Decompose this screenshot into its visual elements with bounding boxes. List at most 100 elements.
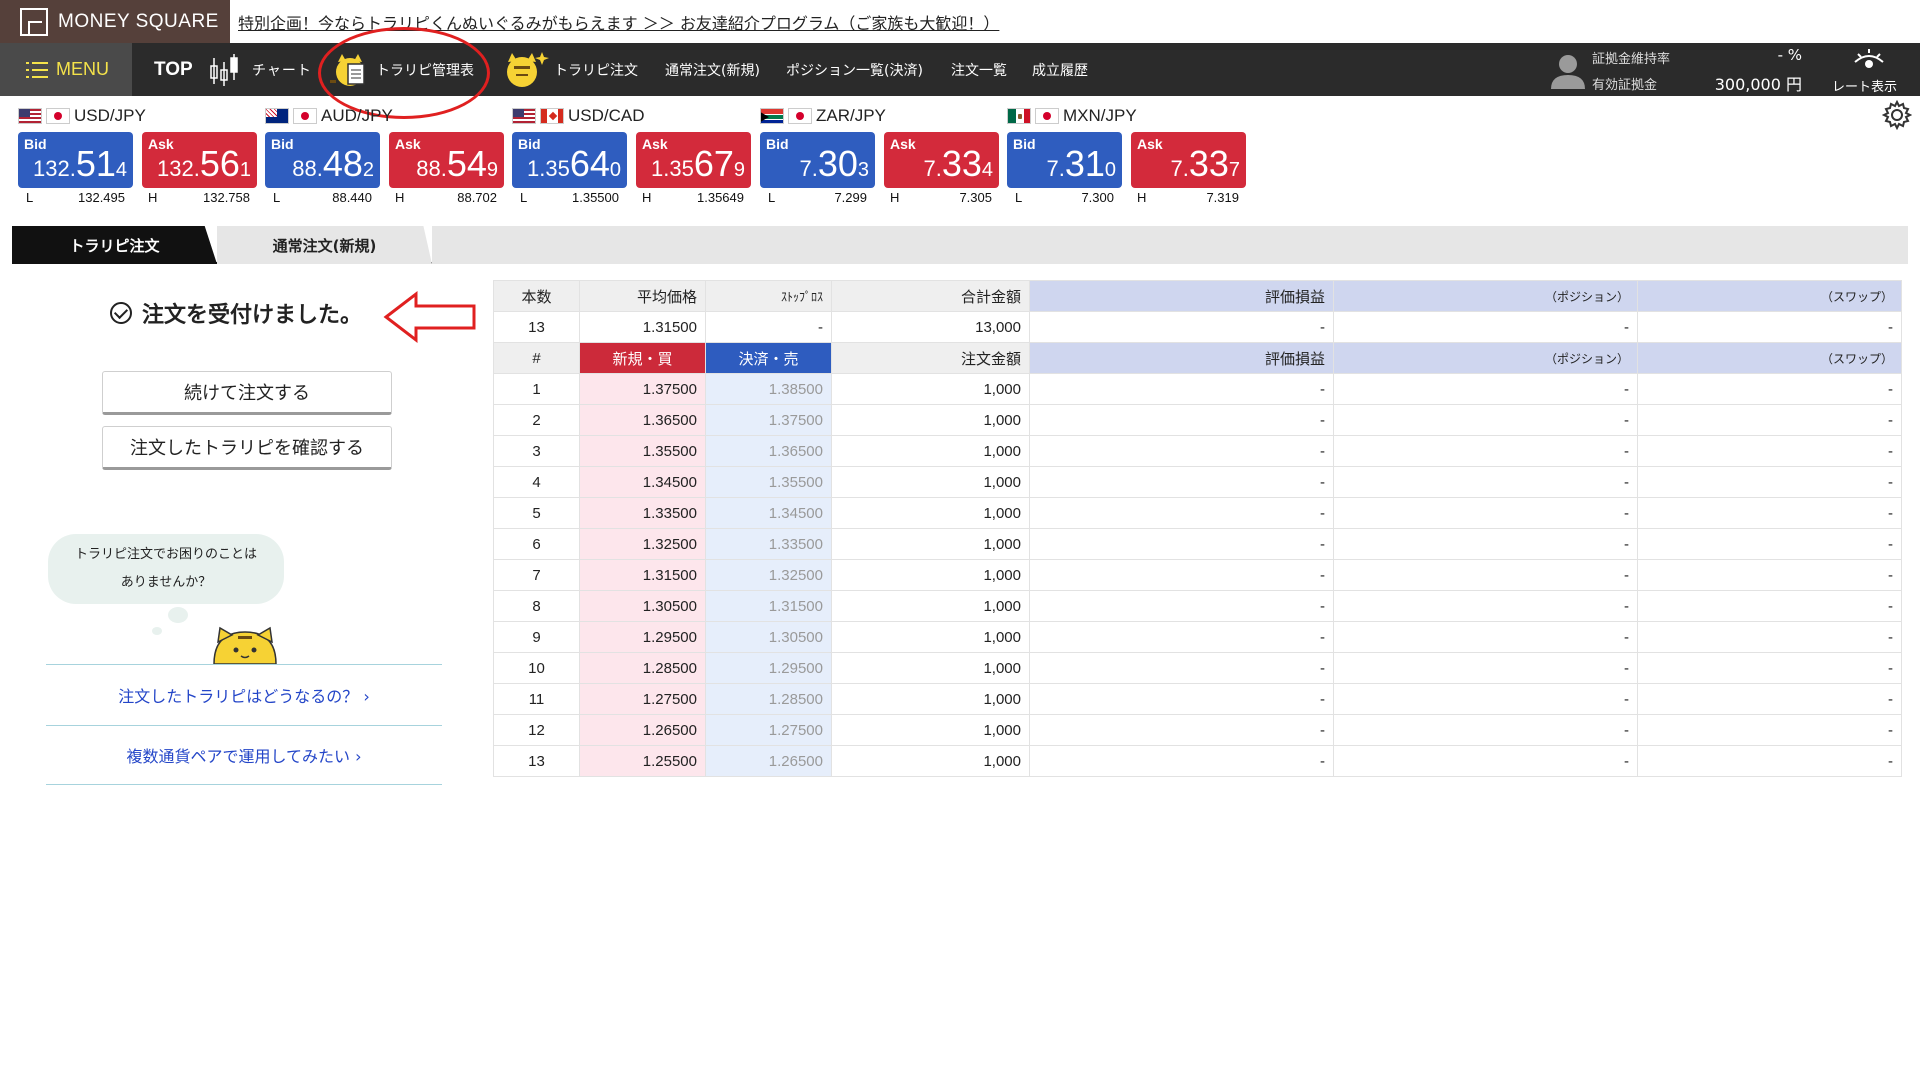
flag-jp-icon	[788, 108, 812, 124]
low-high-row: L 7.299 H 7.305	[768, 190, 992, 205]
summary-header-row: 本数 平均価格 ｽﾄｯﾌﾟﾛｽ 合計金額 評価損益 （ポジション） （スワップ）	[493, 280, 1902, 312]
confirm-trarip-button[interactable]: 注文したトラリピを確認する	[102, 426, 392, 470]
candlestick-icon	[210, 53, 238, 86]
pair-label: ZAR/JPY	[760, 106, 886, 126]
hamburger-icon	[26, 61, 48, 78]
col-detail-swap: （スワップ）	[1637, 342, 1902, 374]
bubble-line-2: ありませんか？	[120, 575, 212, 590]
ask-price: 1.35679	[651, 143, 745, 184]
low-high-row: L 1.35500 H 1.35649	[520, 190, 744, 205]
nav-positions[interactable]: ポジション一覧(決済)	[786, 43, 923, 96]
help-link-what-happens[interactable]: 注文したトラリピはどうなるの？ ›	[46, 666, 442, 724]
margin-rate-label: 証拠金維持率	[1592, 52, 1671, 67]
col-detail-position: （ポジション）	[1333, 342, 1638, 374]
bid-button[interactable]: Bid 132.514	[18, 132, 133, 188]
col-count: 本数	[493, 280, 580, 312]
nav-chart-label: チャート	[252, 62, 312, 79]
flag-us-icon	[18, 108, 42, 124]
bid-price: 132.514	[33, 143, 127, 184]
table-row: 2 1.36500 1.37500 1,000- - -	[493, 404, 1902, 436]
continue-order-button[interactable]: 続けて注文する	[102, 371, 392, 415]
flag-au-icon	[265, 108, 289, 124]
ask-button[interactable]: Ask 1.35679	[636, 132, 751, 188]
bid-button[interactable]: Bid 1.35640	[512, 132, 627, 188]
bid-price: 1.35640	[527, 143, 621, 184]
gear-icon[interactable]	[1882, 100, 1912, 130]
low-high-row: L 132.495 H 132.758	[26, 190, 250, 205]
order-accepted-text: 注文を受付けました。	[142, 303, 363, 328]
ask-price: 7.337	[1170, 143, 1240, 184]
bid-price: 88.482	[292, 143, 374, 184]
bid-button[interactable]: Bid 7.310	[1007, 132, 1122, 188]
rate-panel-usd-jpy: USD/JPY Bid 132.514 Ask 132.561 L 132.49…	[18, 100, 263, 210]
rate-panels: USD/JPY Bid 132.514 Ask 132.561 L 132.49…	[0, 100, 1920, 210]
col-pnl: 評価損益	[1029, 280, 1334, 312]
pair-label: USD/CAD	[512, 106, 645, 126]
help-link-multi-pair[interactable]: 複数通貨ペアで運用してみたい ›	[46, 726, 442, 784]
table-row: 10 1.28500 1.29500 1,000- - -	[493, 652, 1902, 684]
col-position: （ポジション）	[1333, 280, 1638, 312]
low-high-row: L 7.300 H 7.319	[1015, 190, 1239, 205]
tab-normal-order[interactable]: 通常注文(新規)	[217, 226, 432, 264]
order-accepted-message: 注文を受付けました。	[110, 297, 362, 329]
order-detail-table: 本数 平均価格 ｽﾄｯﾌﾟﾛｽ 合計金額 評価損益 （ポジション） （スワップ）…	[493, 280, 1902, 777]
col-settle-sell: 決済・売	[705, 342, 832, 374]
col-new-buy: 新規・買	[579, 342, 706, 374]
detail-header-row: # 新規・買 決済・売 注文金額 評価損益 （ポジション） （スワップ）	[493, 342, 1902, 374]
nav-orders[interactable]: 注文一覧	[951, 43, 1007, 96]
low-high-row: L 88.440 H 88.702	[273, 190, 497, 205]
ask-price: 132.561	[157, 143, 251, 184]
ask-button[interactable]: Ask 132.561	[142, 132, 257, 188]
logo[interactable]: MONEY SQUARE	[0, 0, 230, 43]
table-row: 3 1.35500 1.36500 1,000- - -	[493, 435, 1902, 467]
rate-panel-usd-cad: USD/CAD Bid 1.35640 Ask 1.35679 L 1.3550…	[512, 100, 757, 210]
col-order-amount: 注文金額	[831, 342, 1030, 374]
table-row: 6 1.32500 1.33500 1,000- - -	[493, 528, 1902, 560]
pair-label: MXN/JPY	[1007, 106, 1137, 126]
logo-mark-icon	[20, 7, 48, 36]
nav-chart[interactable]: チャート	[208, 43, 312, 96]
rate-display-toggle[interactable]: レート表示	[1826, 43, 1912, 96]
col-avg-price: 平均価格	[579, 280, 706, 312]
annotation-arrow	[383, 290, 476, 344]
pair-label: USD/JPY	[18, 106, 146, 126]
effective-margin-label: 有効証拠金	[1592, 78, 1658, 93]
flag-za-icon	[760, 108, 784, 124]
summary-row: 13 1.31500 - 13,000 - - -	[493, 311, 1902, 343]
ask-label: Ask	[890, 136, 916, 152]
table-row: 13 1.25500 1.26500 1,000- - -	[493, 745, 1902, 777]
nav-trarip-order[interactable]: トラリピ注文	[502, 43, 638, 96]
order-tabs: トラリピ注文 通常注文(新規)	[12, 226, 1908, 264]
nav-top[interactable]: TOP	[154, 43, 193, 96]
bid-button[interactable]: Bid 7.303	[760, 132, 875, 188]
table-row: 7 1.31500 1.32500 1,000- - -	[493, 559, 1902, 591]
col-total-amount: 合計金額	[831, 280, 1030, 312]
ask-button[interactable]: Ask 7.337	[1131, 132, 1246, 188]
col-index: #	[493, 342, 580, 374]
check-circle-icon	[110, 302, 132, 324]
promo-link[interactable]: 特別企画！今ならトラリピくんぬいぐるみがもらえます ＞＞ お友達紹介プログラム（…	[238, 10, 999, 34]
eye-icon	[1854, 49, 1884, 68]
table-row: 11 1.27500 1.28500 1,000- - -	[493, 683, 1902, 715]
table-row: 5 1.33500 1.34500 1,000- - -	[493, 497, 1902, 529]
ask-button[interactable]: Ask 7.334	[884, 132, 999, 188]
tab-trarip-order[interactable]: トラリピ注文	[12, 226, 217, 264]
col-detail-pnl: 評価損益	[1029, 342, 1334, 374]
bid-button[interactable]: Bid 88.482	[265, 132, 380, 188]
flag-ca-icon	[540, 108, 564, 124]
menu-button[interactable]: MENU	[0, 43, 132, 96]
flag-jp-icon	[1035, 108, 1059, 124]
table-row: 12 1.26500 1.27500 1,000- - -	[493, 714, 1902, 746]
flag-jp-icon	[293, 108, 317, 124]
nav-history[interactable]: 成立履歴	[1032, 43, 1088, 96]
rate-panel-aud-jpy: AUD/JPY Bid 88.482 Ask 88.549 L 88.440 H…	[265, 100, 510, 210]
table-row: 4 1.34500 1.35500 1,000- - -	[493, 466, 1902, 498]
user-icon	[1551, 55, 1585, 89]
table-row: 9 1.29500 1.30500 1,000- - -	[493, 621, 1902, 653]
margin-rate-value: - %	[1777, 46, 1802, 64]
rate-panel-mxn-jpy: MXN/JPY Bid 7.310 Ask 7.337 L 7.300 H 7.…	[1007, 100, 1252, 210]
ask-label: Ask	[1137, 136, 1163, 152]
nav-normal-order[interactable]: 通常注文(新規)	[665, 43, 760, 96]
pair-label: AUD/JPY	[265, 106, 393, 126]
ask-button[interactable]: Ask 88.549	[389, 132, 504, 188]
